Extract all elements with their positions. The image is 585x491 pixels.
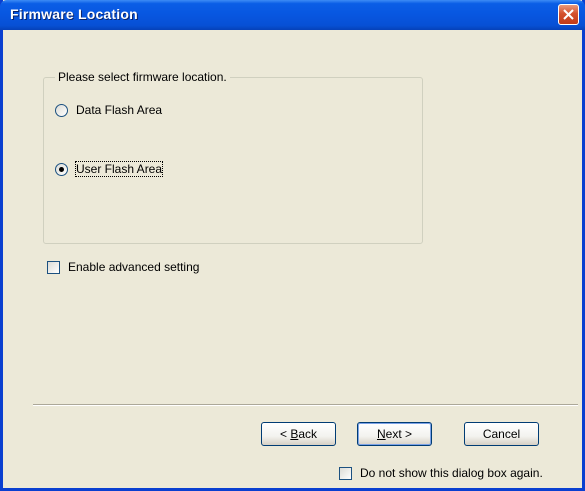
option-data-flash-area[interactable]: Data Flash Area <box>55 103 162 117</box>
close-button[interactable] <box>558 4 579 25</box>
dont-show-again-label: Do not show this dialog box again. <box>360 466 543 480</box>
dialog-body: Please select firmware location. Data Fl… <box>3 30 582 488</box>
option-label-data-flash-area: Data Flash Area <box>76 103 163 117</box>
close-icon <box>563 9 574 20</box>
cancel-button[interactable]: Cancel <box>464 422 539 446</box>
radio-data-flash-area[interactable] <box>55 103 68 117</box>
back-prefix: < <box>279 427 291 441</box>
group-legend: Please select firmware location. <box>55 70 230 84</box>
footer-separator <box>33 404 578 406</box>
option-user-flash-area[interactable]: User Flash Area <box>55 161 164 177</box>
next-button[interactable]: Next > <box>357 422 432 446</box>
next-mnemonic: N <box>376 427 386 441</box>
advanced-setting-checkbox[interactable] <box>47 260 60 274</box>
option-label-user-flash-area: User Flash Area <box>74 161 164 177</box>
firmware-location-dialog: Firmware Location Please select firmware… <box>0 0 585 491</box>
dont-show-again-checkbox[interactable] <box>339 466 352 480</box>
back-button[interactable]: < Back <box>261 422 336 446</box>
back-rest: ack <box>298 427 318 441</box>
title-bar[interactable]: Firmware Location <box>0 0 585 30</box>
next-rest: ext > <box>385 427 413 441</box>
advanced-setting-label: Enable advanced setting <box>68 260 200 274</box>
advanced-setting-row[interactable]: Enable advanced setting <box>47 260 199 274</box>
dont-show-again-row[interactable]: Do not show this dialog box again. <box>339 466 543 480</box>
radio-user-flash-area[interactable] <box>55 162 68 176</box>
dialog-title: Firmware Location <box>10 6 138 22</box>
